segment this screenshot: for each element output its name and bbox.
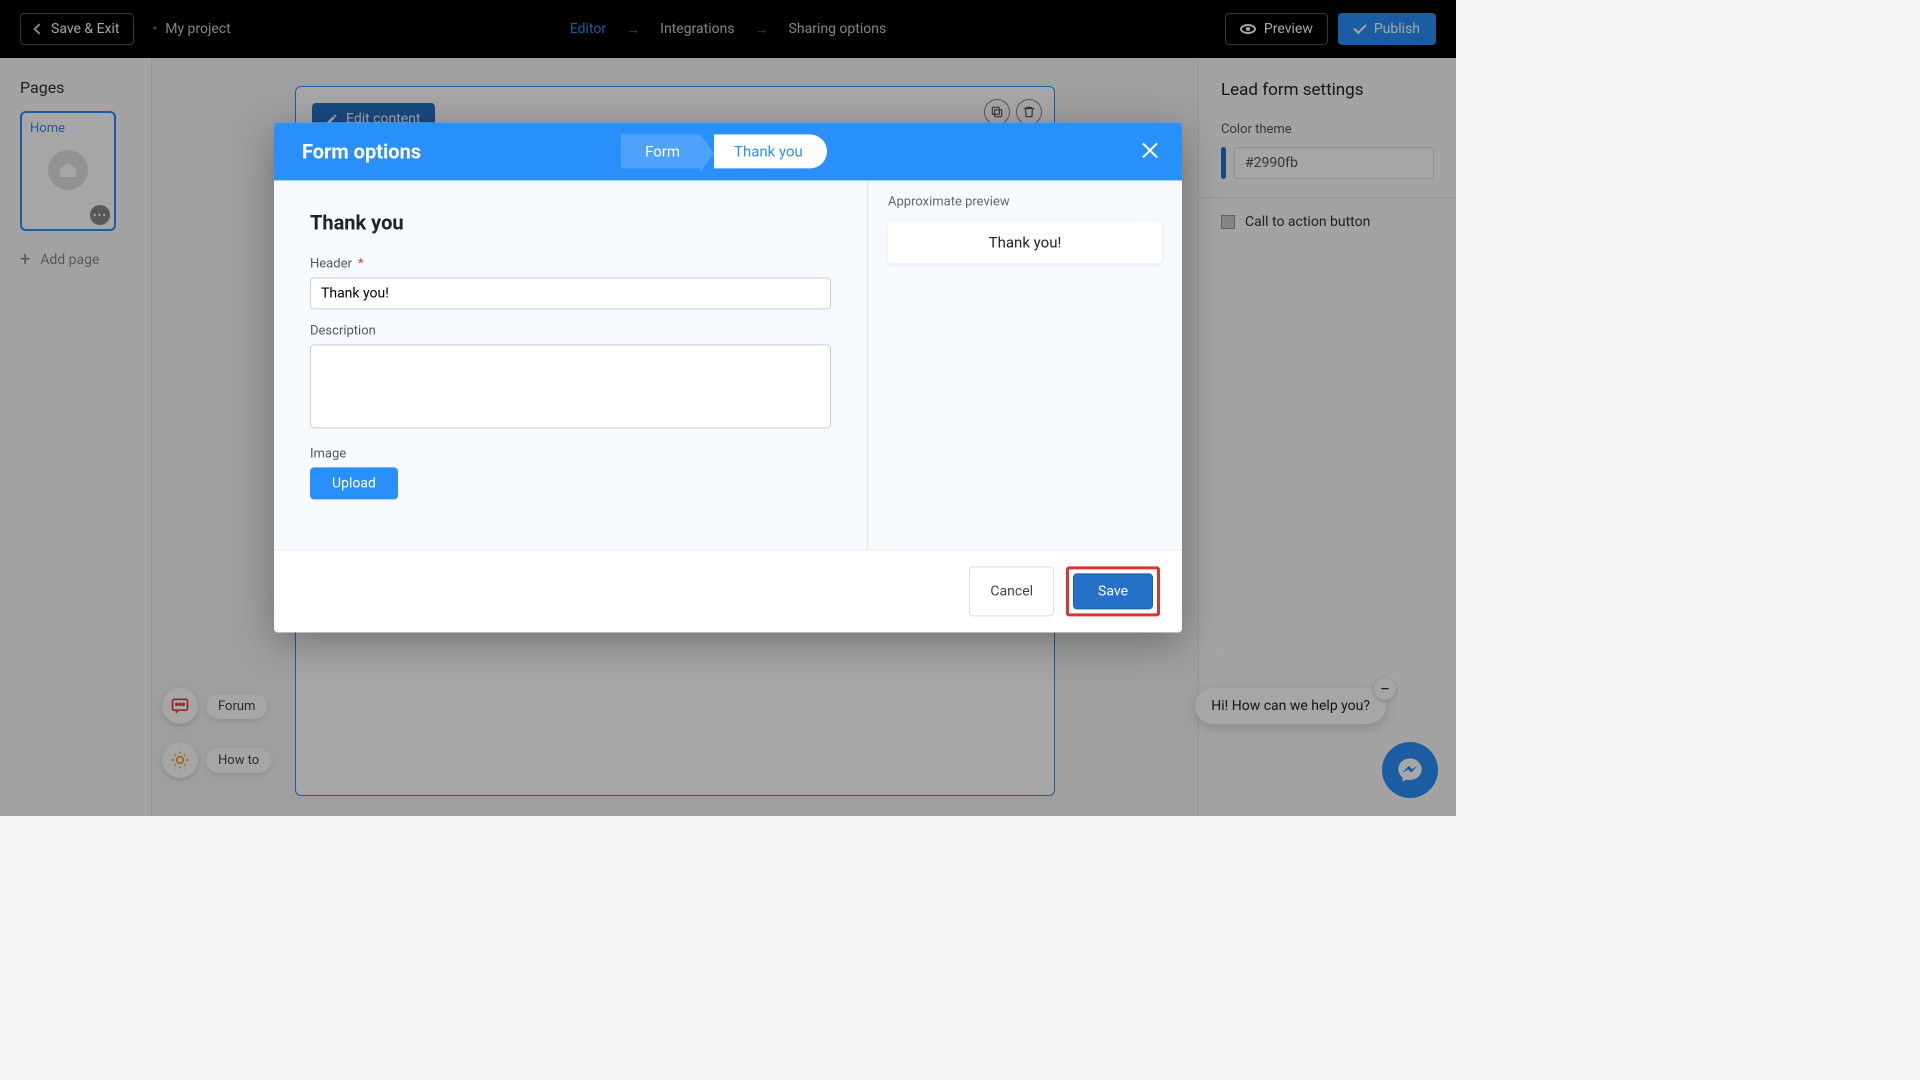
form-options-modal: Form options Form Thank you Thank you He… (274, 122, 1182, 632)
modal-form-panel: Thank you Header * Description Image Uplo… (274, 180, 867, 549)
preview-label: Approximate preview (888, 194, 1162, 209)
required-star: * (358, 256, 364, 271)
cancel-button[interactable]: Cancel (969, 566, 1054, 616)
upload-button[interactable]: Upload (310, 467, 398, 499)
modal-body: Thank you Header * Description Image Uplo… (274, 180, 1182, 549)
save-button-highlight: Save (1066, 566, 1160, 616)
description-textarea[interactable] (310, 344, 831, 428)
header-input[interactable] (310, 277, 831, 309)
modal-tabs: Form Thank you (621, 134, 827, 168)
modal-header: Form options Form Thank you (274, 122, 1182, 180)
tab-form[interactable]: Form (621, 134, 700, 168)
image-label: Image (310, 446, 831, 461)
preview-card: Thank you! (888, 221, 1162, 263)
preview-text: Thank you! (989, 233, 1062, 251)
header-label-text: Header (310, 256, 352, 271)
close-icon[interactable] (1138, 138, 1162, 162)
modal-footer: Cancel Save (274, 549, 1182, 632)
save-button[interactable]: Save (1073, 573, 1153, 609)
description-label: Description (310, 323, 831, 338)
tab-thank-you[interactable]: Thank you (714, 134, 827, 168)
modal-title: Form options (302, 139, 421, 163)
header-label: Header * (310, 256, 831, 271)
modal-preview-panel: Approximate preview Thank you! (867, 180, 1182, 549)
thank-you-section-title: Thank you (310, 210, 831, 234)
